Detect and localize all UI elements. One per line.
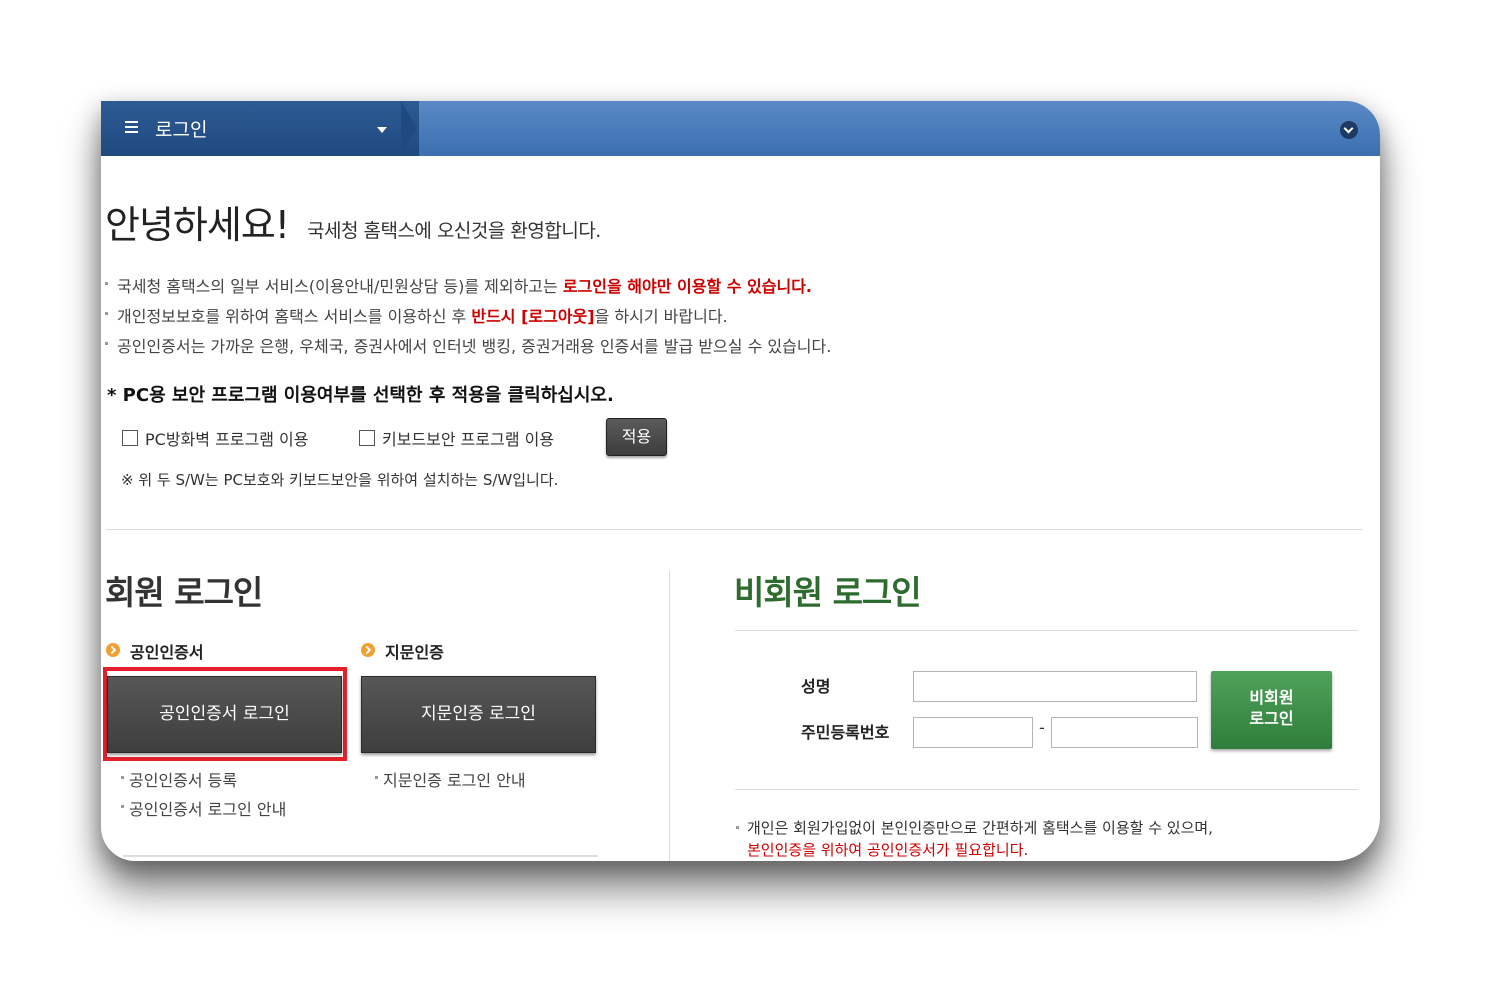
tab-arrow-decoration bbox=[401, 101, 417, 156]
fingerprint-heading: 지문인증 bbox=[385, 643, 444, 662]
hamburger-menu-icon[interactable] bbox=[125, 121, 138, 133]
nonmember-login-button[interactable]: 비회원 로그인 bbox=[1211, 671, 1332, 749]
nonmember-note-warning: 본인인증을 위하여 공인인증서가 필요합니다. bbox=[747, 841, 1029, 859]
notice-item: 개인정보보호를 위하여 홈택스 서비스를 이용하신 후 반드시 [로그아웃]을 … bbox=[105, 303, 728, 327]
nonmember-button-line1: 비회원 bbox=[1249, 688, 1294, 707]
cert-register-link[interactable]: 공인인증서 등록 bbox=[120, 767, 237, 791]
apply-button[interactable]: 적용 bbox=[606, 418, 667, 456]
tab-login[interactable]: 로그인 bbox=[101, 101, 419, 156]
notice-text: 공인인증서는 가까운 은행, 우체국, 증권사에서 인터넷 뱅킹, 증권거래용 … bbox=[117, 337, 832, 356]
cert-login-guide-link[interactable]: 공인인증서 로그인 안내 bbox=[120, 796, 286, 820]
cert-login-button[interactable]: 공인인증서 로그인 bbox=[107, 676, 342, 753]
rrn-back-input[interactable] bbox=[1051, 717, 1198, 748]
software-note: ※ 위 두 S/W는 PC보호와 키보드보안을 위하여 설치하는 S/W입니다. bbox=[121, 471, 559, 489]
divider bbox=[735, 630, 1358, 631]
notice-text: 국세청 홈택스의 일부 서비스(이용안내/민원상담 등)를 제외하고는 bbox=[117, 277, 563, 296]
nonmember-note: 개인은 회원가입없이 본인인증만으로 간편하게 홈택스를 이용할 수 있으며, bbox=[736, 819, 1213, 837]
greeting-subtitle: 국세청 홈택스에 오신것을 환영합니다. bbox=[307, 220, 601, 242]
fingerprint-login-guide-link[interactable]: 지문인증 로그인 안내 bbox=[375, 767, 526, 791]
notice-item: 국세청 홈택스의 일부 서비스(이용안내/민원상담 등)를 제외하고는 로그인을… bbox=[104, 273, 813, 297]
security-program-title: * PC용 보안 프로그램 이용여부를 선택한 후 적용을 클릭하십시오. bbox=[107, 385, 614, 406]
fingerprint-login-button[interactable]: 지문인증 로그인 bbox=[361, 676, 596, 753]
member-login-title: 회원 로그인 bbox=[105, 573, 263, 612]
arrow-bullet-icon bbox=[361, 643, 375, 657]
nonmember-login-title: 비회원 로그인 bbox=[734, 573, 922, 612]
greeting-title: 안녕하세요! bbox=[105, 203, 290, 247]
divider bbox=[106, 529, 1363, 530]
keyboard-security-label[interactable]: 키보드보안 프로그램 이용 bbox=[382, 426, 554, 450]
arrow-bullet-icon bbox=[106, 643, 120, 657]
caret-down-icon[interactable] bbox=[377, 127, 387, 133]
divider bbox=[123, 855, 598, 857]
tab-title: 로그인 bbox=[155, 119, 208, 141]
nonmember-button-line2: 로그인 bbox=[1249, 709, 1294, 728]
cert-heading: 공인인증서 bbox=[130, 643, 204, 662]
notice-text: 개인정보보호를 위하여 홈택스 서비스를 이용하신 후 bbox=[117, 307, 472, 326]
rrn-dash: - bbox=[1039, 718, 1045, 737]
header-bar: 로그인 bbox=[101, 101, 1380, 156]
divider bbox=[735, 789, 1358, 790]
name-input[interactable] bbox=[913, 671, 1197, 702]
login-window: 로그인 안녕하세요! 국세청 홈택스에 오신것을 환영합니다. 국세청 홈택스의… bbox=[101, 101, 1380, 861]
name-label: 성명 bbox=[801, 677, 831, 696]
firewall-checkbox[interactable] bbox=[122, 430, 138, 446]
notice-highlight: 로그인을 해야만 이용할 수 있습니다. bbox=[562, 277, 813, 296]
rrn-label: 주민등록번호 bbox=[801, 723, 890, 742]
firewall-label[interactable]: PC방화벽 프로그램 이용 bbox=[145, 426, 308, 450]
notice-highlight: 반드시 [로그아웃] bbox=[471, 307, 595, 326]
notice-text-after: 을 하시기 바랍니다. bbox=[594, 307, 728, 326]
chevron-down-circle-icon[interactable] bbox=[1340, 121, 1358, 139]
vertical-divider bbox=[669, 571, 670, 861]
keyboard-security-checkbox[interactable] bbox=[359, 430, 375, 446]
notice-item: 공인인증서는 가까운 은행, 우체국, 증권사에서 인터넷 뱅킹, 증권거래용 … bbox=[104, 333, 832, 357]
rrn-front-input[interactable] bbox=[913, 717, 1033, 748]
